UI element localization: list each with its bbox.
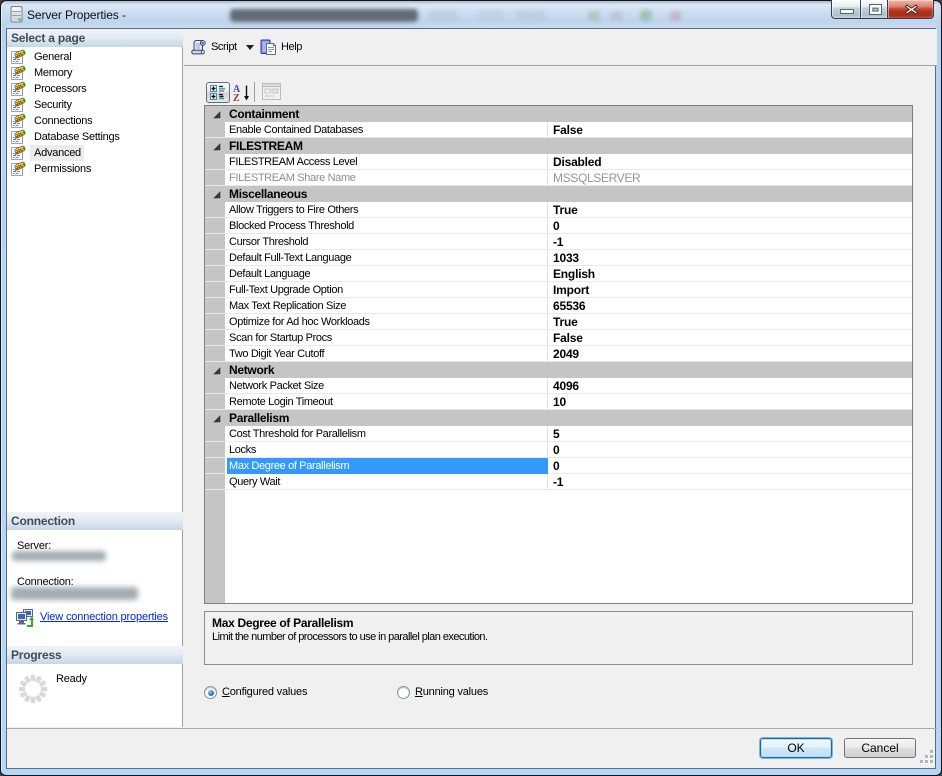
svg-text:Z: Z (233, 93, 240, 102)
